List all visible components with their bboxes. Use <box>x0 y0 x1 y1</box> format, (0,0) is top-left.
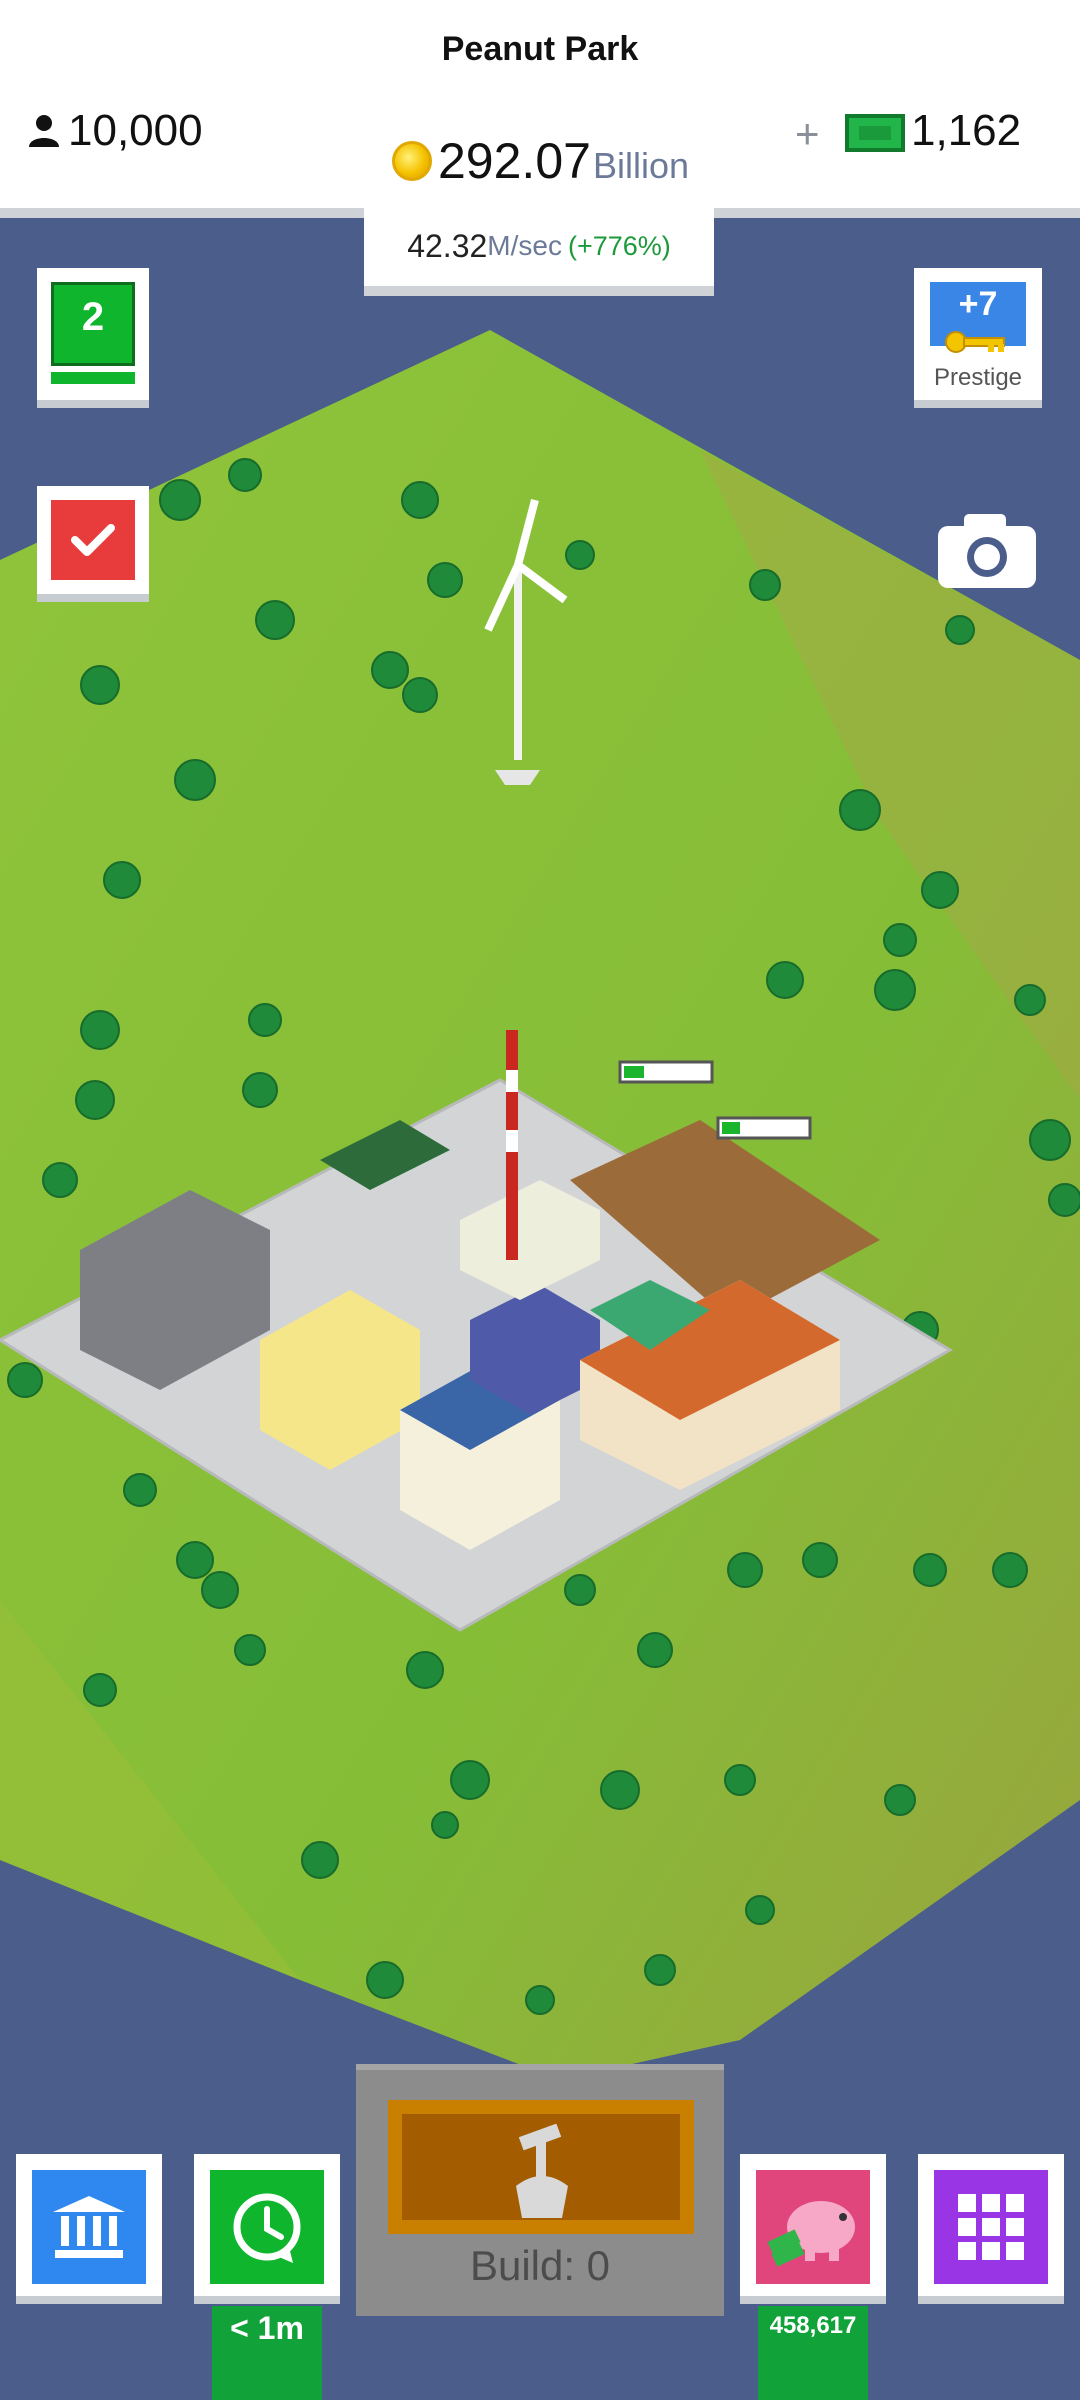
check-icon <box>51 500 135 580</box>
piggy-bank-button[interactable] <box>740 2154 886 2304</box>
population-counter: 10,000 <box>26 106 203 156</box>
top-bar: Peanut Park 10,000 292.07 Billion + 1,16… <box>0 0 1080 218</box>
key-icon <box>945 331 1005 353</box>
bank-icon <box>32 2170 146 2284</box>
level-progress-bar <box>51 372 135 384</box>
hammer-icon <box>516 2124 568 2218</box>
radio-tower <box>506 1030 518 1260</box>
build-button[interactable]: Build: 0 <box>356 2064 724 2316</box>
city-map[interactable] <box>0 300 1080 2100</box>
rate-value: 42.32 <box>407 227 488 264</box>
income-rate: 42.32 M/sec (+776%) <box>364 206 714 296</box>
prestige-label: Prestige <box>933 364 1023 391</box>
level-button[interactable]: 2 <box>37 268 149 408</box>
coin-icon <box>392 141 432 181</box>
camera-icon[interactable] <box>936 510 1038 590</box>
grid-menu-icon <box>934 2170 1048 2284</box>
level-value: 2 <box>51 282 135 366</box>
cash-value: 1,162 <box>911 106 1022 155</box>
coins-value: 292.07 <box>438 133 591 189</box>
person-icon <box>29 115 59 147</box>
piggy-bank-amount: 458,617 <box>758 2306 868 2400</box>
prestige-button[interactable]: +7 Prestige <box>914 268 1042 408</box>
rate-unit: M/sec <box>487 230 562 261</box>
tasks-button[interactable] <box>37 486 149 602</box>
coins-unit: Billion <box>592 145 689 186</box>
build-label: Build: 0 <box>469 2242 611 2289</box>
piggy-bank-icon <box>756 2170 870 2284</box>
coins-counter: 292.07 Billion <box>392 132 689 190</box>
rate-boost: (+776%) <box>567 230 671 261</box>
build-slot <box>388 2100 694 2234</box>
menu-button[interactable] <box>918 2154 1064 2304</box>
cash-icon <box>845 114 905 152</box>
city-name: Peanut Park <box>441 30 639 68</box>
boost-timer-label: < 1m <box>212 2306 322 2400</box>
add-cash-button[interactable]: + <box>795 110 820 158</box>
bank-button[interactable] <box>16 2154 162 2304</box>
boost-clock-icon <box>210 2170 324 2284</box>
boost-button[interactable] <box>194 2154 340 2304</box>
population-value: 10,000 <box>68 106 203 155</box>
